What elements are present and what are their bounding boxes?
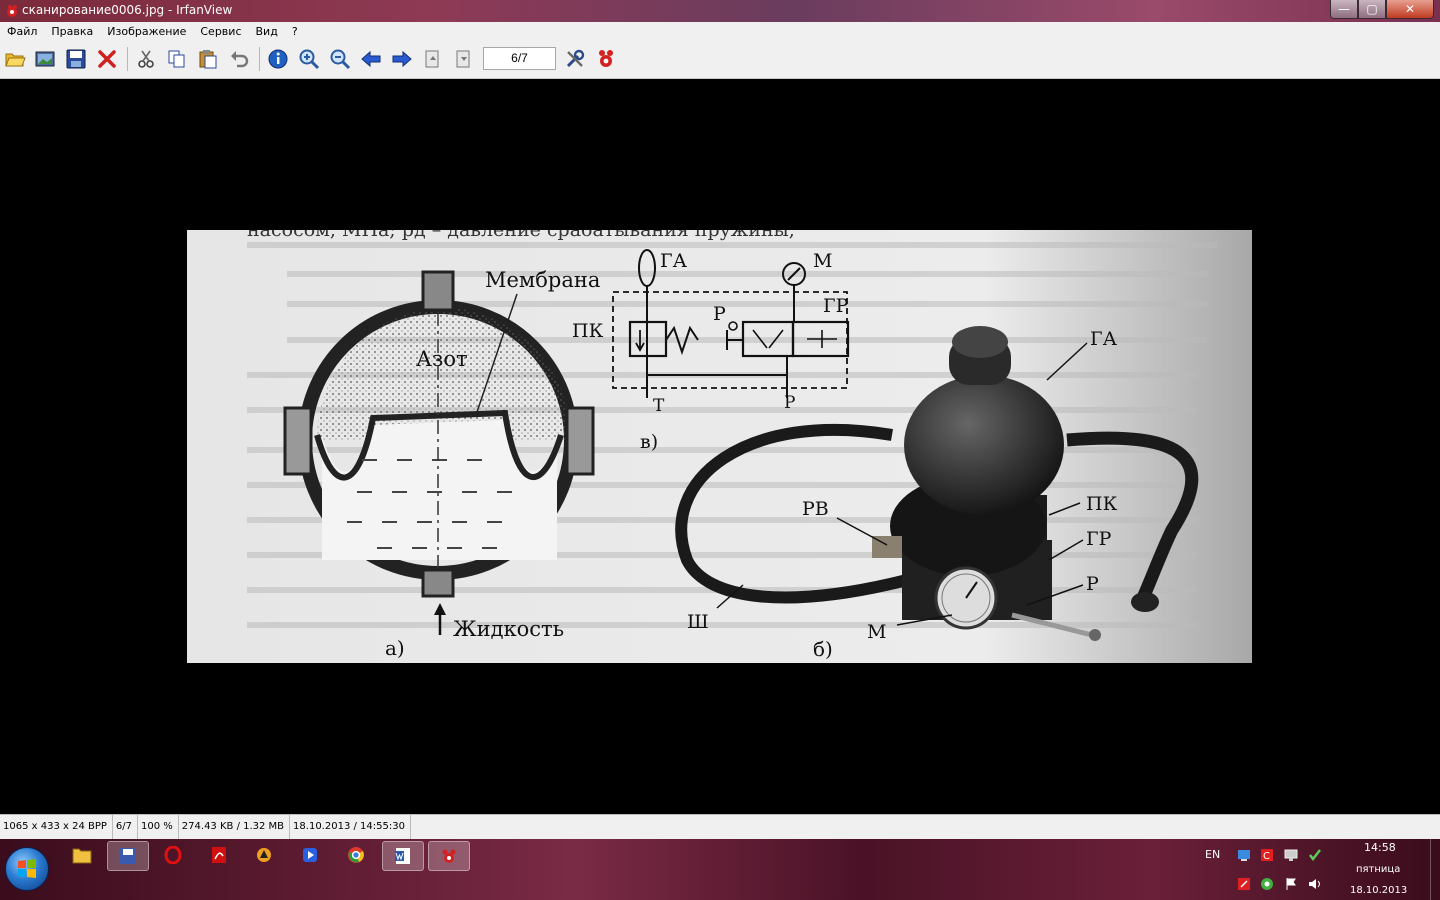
title-bar: сканирование0006.jpg - IrfanView — ▢ ✕ [0,0,1440,22]
taskbar-opera[interactable] [153,841,193,869]
photo-label-rv: РВ [802,498,829,520]
caption-b: б) [813,637,833,661]
irfanview-app-icon[interactable] [4,3,20,19]
schema-label-pk: ПК [572,320,604,342]
status-bar: 1065 x 433 x 24 BPP 6/7 100 % 274.43 KB … [0,814,1440,839]
taskbar: EN C 14:58 пятница 18.10.2013 [0,839,1440,900]
photo-label-gr: ГР [1086,528,1112,550]
displayed-image: насосом, МПа; pд – давление срабатывания… [187,230,1252,663]
photo-label-ga: ГА [1090,328,1118,350]
network-tray-icon[interactable] [1237,848,1251,862]
menu-file[interactable]: Файл [0,22,44,41]
first-page-icon[interactable] [421,47,445,71]
status-zoom: 100 % [138,815,179,839]
menu-edit[interactable]: Правка [44,22,100,41]
window-controls: — ▢ ✕ [1330,0,1434,19]
cut-icon[interactable] [134,47,158,71]
clock-weekday[interactable]: пятница [1356,864,1400,875]
label-liquid: Жидкость [453,617,564,641]
action-center-flag-icon[interactable] [1284,877,1298,891]
photo-label-p: Р [1086,573,1099,595]
photo-label-pk: ПК [1086,493,1118,515]
menu-view[interactable]: Вид [249,22,285,41]
monitor-tray-icon[interactable] [1284,848,1298,862]
volume-tray-icon[interactable] [1308,877,1322,891]
paste-icon[interactable] [196,47,220,71]
zoom-in-icon[interactable] [297,47,321,71]
next-icon[interactable] [390,47,414,71]
photo-label-m: М [867,621,886,643]
status-filesize: 274.43 KB / 1.32 MB [179,815,291,839]
show-desktop-button[interactable] [1430,839,1440,900]
previous-icon[interactable] [359,47,383,71]
clock-date[interactable]: 18.10.2013 [1350,885,1407,896]
label-membrane: Мембрана [485,268,600,292]
schema-label-ga: ГА [660,250,688,272]
save-icon[interactable] [64,47,88,71]
undo-icon[interactable] [227,47,251,71]
taskbar-app-orange[interactable] [244,841,284,869]
status-page: 6/7 [113,815,139,839]
start-button[interactable] [5,847,49,891]
photo-label-sh: Ш [687,611,709,633]
info-icon[interactable] [266,47,290,71]
menu-image[interactable]: Изображение [100,22,193,41]
warning-icon [257,848,271,862]
player-icon [303,848,317,862]
floppy-icon [120,848,136,864]
pdf-icon [212,847,226,863]
chrome-icon [348,847,364,863]
taskbar-chrome[interactable] [336,841,376,869]
status-dimensions: 1065 x 433 x 24 BPP [0,815,113,839]
antivirus-tray-icon[interactable]: C [1260,848,1274,862]
close-button[interactable]: ✕ [1386,0,1434,19]
maximize-button[interactable]: ▢ [1358,0,1386,19]
page-indicator-field[interactable]: 6/7 [483,47,556,70]
taskbar-irfanview[interactable] [428,841,470,871]
menu-bar: Файл Правка Изображение Сервис Вид ? [0,22,1440,41]
thumbnails-icon[interactable] [33,47,57,71]
status-datetime: 18.10.2013 / 14:55:30 [290,815,411,839]
page-top-text: насосом, МПа; pд – давление срабатывания… [247,230,795,241]
irfanview-icon [442,849,456,863]
agent-tray-icon[interactable] [1260,877,1274,891]
irfanview-logo-icon[interactable] [594,47,618,71]
toolbar-separator [127,47,128,71]
taskbar-floppy[interactable] [107,841,149,871]
taskbar-acrobat[interactable] [199,841,239,869]
open-folder-icon[interactable] [3,47,27,71]
window-title: сканирование0006.jpg - IrfanView [22,3,233,17]
last-page-icon[interactable] [452,47,476,71]
schema-label-m: М [813,250,832,272]
toolbar-separator [259,47,260,71]
schema-label-p2: Р [784,393,795,413]
opera-icon [164,846,182,864]
settings-icon[interactable] [563,47,587,71]
scanned-page-illustration: насосом, МПа; pд – давление срабатывания… [187,230,1252,663]
folder-icon [72,848,92,864]
clock-time[interactable]: 14:58 [1364,841,1396,854]
toolbar [0,41,1440,79]
schema-label-t: Т [653,396,665,416]
windows-logo-icon [18,859,36,878]
caption-a: а) [385,636,405,660]
zoom-out-icon[interactable] [328,47,352,71]
menu-service[interactable]: Сервис [193,22,248,41]
minimize-button[interactable]: — [1330,0,1358,19]
word-icon [395,848,410,864]
schema-label-p: Р [713,303,726,325]
caption-v: в) [640,431,658,453]
menu-help[interactable]: ? [285,22,305,41]
taskbar-app-blue[interactable] [290,841,330,869]
label-nitrogen: Азот [416,347,468,371]
svg-text:C: C [1263,851,1270,862]
update-tray-icon[interactable] [1308,848,1322,862]
taskbar-explorer[interactable] [62,841,102,869]
taskbar-word[interactable] [382,841,424,871]
language-indicator[interactable]: EN [1205,848,1220,861]
delete-icon[interactable] [95,47,119,71]
copy-icon[interactable] [165,47,189,71]
pdf-tray-icon[interactable] [1237,877,1251,891]
schema-label-gr: ГР [823,295,849,317]
